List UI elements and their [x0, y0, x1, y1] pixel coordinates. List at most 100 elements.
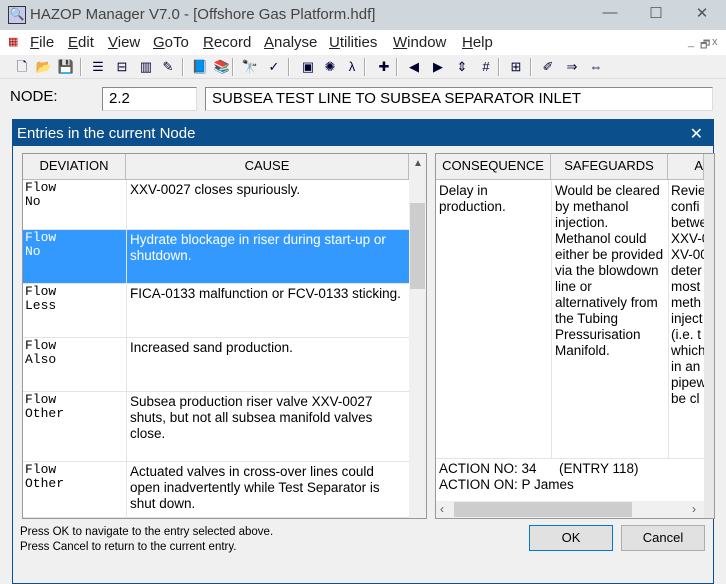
insert-icon[interactable]: ⊞ [506, 57, 526, 77]
column-header-cause[interactable]: CAUSE [126, 154, 409, 180]
action-on: ACTION ON: P James [439, 477, 574, 492]
entry-row[interactable]: Flow Also Increased sand production. [23, 338, 409, 392]
column-header-safeguards[interactable]: SAFEGUARDS [551, 154, 668, 180]
report-icon[interactable]: ▣ [298, 57, 318, 77]
prev-icon[interactable]: ◀ [404, 57, 424, 77]
action-text: RevieconfibetweXXV-0XV-00determostmethin… [671, 183, 704, 407]
menu-window[interactable]: Window [393, 34, 446, 51]
entry-details-panel: CONSEQUENCE SAFEGUARDS A Delay in produc… [435, 153, 715, 519]
deviation-cell: Flow No [25, 180, 57, 209]
deviation-cell: Flow No [25, 230, 57, 259]
edit-icon[interactable]: ✎ [158, 57, 178, 77]
book-icon[interactable]: 📘 [190, 57, 210, 77]
column-header-deviation[interactable]: DEVIATION [23, 154, 126, 180]
add-node-icon[interactable]: ✚ [374, 57, 394, 77]
maximize-button[interactable]: ☐ [636, 4, 676, 26]
spellcheck-icon[interactable]: ✓ [264, 57, 284, 77]
action-line: be cl [671, 391, 700, 406]
entry-row[interactable]: Flow No Hydrate blockage in riser during … [23, 230, 409, 284]
entry-row[interactable]: Flow Other Actuated valves in cross-over … [23, 462, 409, 518]
lambda-db-icon[interactable]: λ [342, 57, 362, 77]
cause-cell: Hydrate blockage in riser during start-u… [130, 232, 386, 263]
action-line: which [671, 343, 704, 358]
safeguards-text: Would be cleared by methanol injection. … [555, 183, 664, 358]
menu-record[interactable]: Record [203, 34, 251, 51]
column-header-action[interactable]: A [668, 154, 704, 180]
cause-cell: Increased sand production. [130, 340, 293, 355]
column-header-consequence[interactable]: CONSEQUENCE [436, 154, 551, 180]
node-label: NODE: [10, 88, 58, 105]
new-icon[interactable]: 🗋 [12, 57, 32, 77]
action-line: pipew [671, 375, 704, 390]
dialog-title-bar: Entries in the current Node ✕ [13, 120, 713, 146]
entry-row[interactable]: Flow Less FICA-0133 malfunction or FCV-01… [23, 284, 409, 338]
list-icon[interactable]: ☰ [88, 57, 108, 77]
app-icon: 🔍 [8, 6, 26, 24]
close-button[interactable]: ✕ [682, 4, 722, 26]
action-line: meth [671, 295, 702, 310]
action-line: Revie [671, 183, 704, 198]
highlight-icon[interactable]: ✐ [538, 57, 558, 77]
find-icon[interactable]: 🔭 [240, 57, 260, 77]
deviation-cell: Flow Also [25, 338, 57, 367]
action-line: XV-00 [671, 247, 704, 262]
mdi-restore-button[interactable]: 🗗 [700, 36, 710, 55]
mdi-close-button[interactable]: x [712, 36, 718, 48]
books-icon[interactable]: 📚 [212, 57, 232, 77]
mdi-minimize-button[interactable]: _ [688, 36, 694, 48]
swap-icon[interactable]: ⇔ [586, 57, 606, 77]
scroll-right-arrow-icon[interactable]: › [692, 502, 696, 516]
cancel-button[interactable]: Cancel [621, 525, 705, 551]
consequence-text: Delay in production. [439, 183, 506, 214]
minimize-button[interactable]: — [590, 4, 630, 26]
action-line: (i.e. t [671, 327, 702, 342]
menu-edit[interactable]: Edit [68, 34, 94, 51]
scroll-left-arrow-icon[interactable]: ‹ [440, 502, 444, 516]
horizontal-scrollbar[interactable]: ‹ › [436, 501, 704, 518]
deviation-cell: Flow Less [25, 284, 57, 313]
menu-goto[interactable]: GoTo [153, 34, 189, 51]
next-icon[interactable]: ▶ [428, 57, 448, 77]
action-line: inject [671, 311, 703, 326]
scroll-up-arrow-icon[interactable]: ▲ [413, 158, 423, 169]
document-icon: ▦ [8, 36, 19, 48]
entry-row[interactable]: Flow Other Subsea production riser valve … [23, 392, 409, 462]
cause-cell: XXV-0027 closes spuriously. [130, 182, 301, 197]
node-number-field[interactable]: 2.2 [102, 87, 197, 111]
action-line: betwe [671, 215, 704, 230]
db-link-icon[interactable]: ✺ [320, 57, 340, 77]
find-number-icon[interactable]: # [476, 57, 496, 77]
ok-button[interactable]: OK [529, 525, 613, 551]
action-line: XXV-0 [671, 231, 704, 246]
help-text-ok: Press OK to navigate to the entry select… [20, 526, 274, 538]
title-bar: 🔍 HAZOP Manager V7.0 - [Offshore Gas Pla… [0, 0, 726, 30]
deviation-cell: Flow Other [25, 392, 65, 421]
panel-edge [704, 154, 714, 518]
h-scrollbar-thumb[interactable] [454, 502, 632, 517]
cause-cell: Actuated valves in cross-over lines coul… [130, 464, 380, 511]
menu-analyse[interactable]: Analyse [264, 34, 317, 51]
entry-row[interactable]: Flow No XXV-0027 closes spuriously. [23, 180, 409, 230]
table-icon[interactable]: ⊟ [112, 57, 132, 77]
menu-utilities[interactable]: Utilities [329, 34, 377, 51]
vertical-scrollbar[interactable]: ▲ [409, 154, 426, 518]
updown-icon[interactable]: ⇕ [452, 57, 472, 77]
action-line: confi [671, 199, 700, 214]
export-icon[interactable]: ⇒ [562, 57, 582, 77]
scrollbar-thumb[interactable] [410, 203, 425, 289]
node-description-field[interactable]: SUBSEA TEST LINE TO SUBSEA SEPARATOR INL… [205, 87, 713, 111]
menu-view[interactable]: View [108, 34, 140, 51]
dialog-title: Entries in the current Node [17, 125, 196, 142]
action-line: most [671, 279, 701, 294]
dialog-close-button[interactable]: ✕ [690, 124, 703, 144]
save-icon[interactable]: 💾 [56, 57, 76, 77]
grid-icon[interactable]: ▥ [136, 57, 156, 77]
menu-file[interactable]: File [30, 34, 54, 51]
entry-number: (ENTRY 118) [559, 461, 639, 476]
window-title: HAZOP Manager V7.0 - [Offshore Gas Platf… [30, 6, 376, 23]
action-line: in an [671, 359, 701, 374]
cause-cell: FICA-0133 malfunction or FCV-0133 sticki… [130, 286, 401, 301]
help-text-cancel: Press Cancel to return to the current en… [20, 541, 237, 553]
open-icon[interactable]: 📂 [34, 57, 54, 77]
menu-help[interactable]: Help [462, 34, 493, 51]
